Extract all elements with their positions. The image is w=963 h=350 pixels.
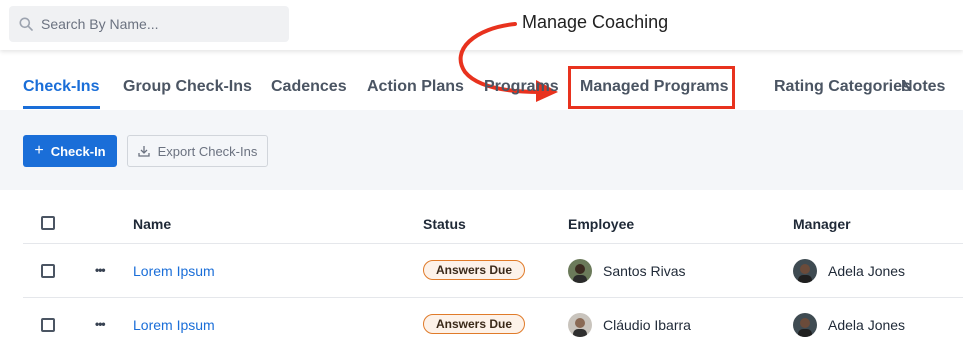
select-all-checkbox[interactable] (41, 216, 55, 230)
employee-avatar (568, 259, 592, 283)
status-badge: Answers Due (423, 314, 526, 334)
manager-avatar (793, 259, 817, 283)
managed-programs-highlight-box (568, 66, 735, 109)
manager-avatar (793, 313, 817, 337)
header-divider (23, 243, 963, 244)
manager-name: Adela Jones (828, 317, 906, 333)
row-divider (23, 297, 963, 298)
tab-programs[interactable]: Programs (484, 78, 559, 96)
active-tab-indicator (23, 106, 100, 109)
tab-cadences[interactable]: Cadences (271, 78, 347, 96)
search-icon (19, 17, 33, 31)
status-badge: Answers Due (423, 260, 526, 280)
manager-name: Adela Jones (828, 263, 906, 279)
employee-name: Cláudio Ibarra (603, 317, 691, 333)
column-header-manager[interactable]: Manager (793, 216, 851, 232)
tab-notes[interactable]: Notes (901, 78, 945, 96)
add-check-in-label: Check-In (50, 143, 106, 159)
add-check-in-button[interactable]: + Check-In (23, 135, 117, 167)
tab-action-plans[interactable]: Action Plans (367, 78, 464, 96)
column-header-name[interactable]: Name (133, 216, 171, 232)
employee-name: Santos Rivas (603, 263, 686, 279)
tab-check-ins[interactable]: Check-Ins (23, 78, 99, 96)
row-checkbox[interactable] (41, 318, 55, 332)
export-check-ins-label: Export Check-Ins (157, 143, 258, 159)
tab-rating-categories[interactable]: Rating Categories (774, 78, 911, 96)
column-header-status[interactable]: Status (423, 216, 466, 232)
row-actions-menu-icon[interactable]: ••• (95, 317, 106, 331)
tab-group-check-ins[interactable]: Group Check-Ins (123, 78, 252, 96)
toolbar: + Check-In Export Check-Ins (0, 110, 963, 190)
export-check-ins-button[interactable]: Export Check-Ins (127, 135, 268, 167)
status-badge-label: Answers Due (436, 263, 513, 277)
tab-bar: Check-Ins Group Check-Ins Cadences Actio… (0, 66, 963, 110)
row-checkbox[interactable] (41, 264, 55, 278)
row-actions-menu-icon[interactable]: ••• (95, 263, 106, 277)
row-name-link[interactable]: Lorem Ipsum (133, 317, 215, 333)
column-header-employee[interactable]: Employee (568, 216, 634, 232)
plus-icon: + (34, 142, 44, 159)
employee-avatar (568, 313, 592, 337)
status-badge-label: Answers Due (436, 317, 513, 331)
download-icon (137, 146, 150, 157)
search-box[interactable] (9, 6, 289, 42)
search-input[interactable] (41, 16, 271, 32)
row-name-link[interactable]: Lorem Ipsum (133, 263, 215, 279)
